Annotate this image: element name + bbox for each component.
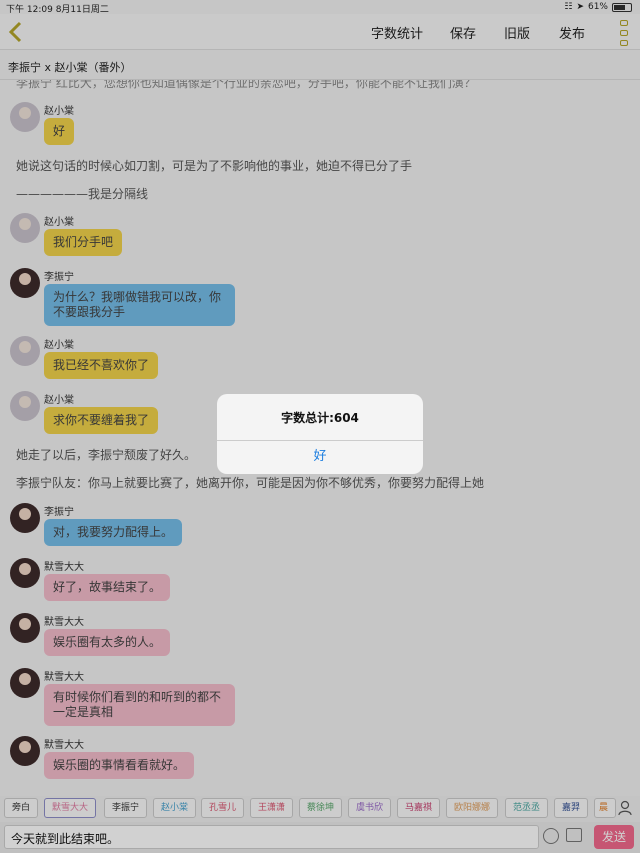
dialog-title: 字数总计:604 <box>281 411 359 425</box>
word-count-dialog: 字数总计:604 好 <box>217 394 423 474</box>
dialog-ok-button[interactable]: 好 <box>217 440 423 474</box>
